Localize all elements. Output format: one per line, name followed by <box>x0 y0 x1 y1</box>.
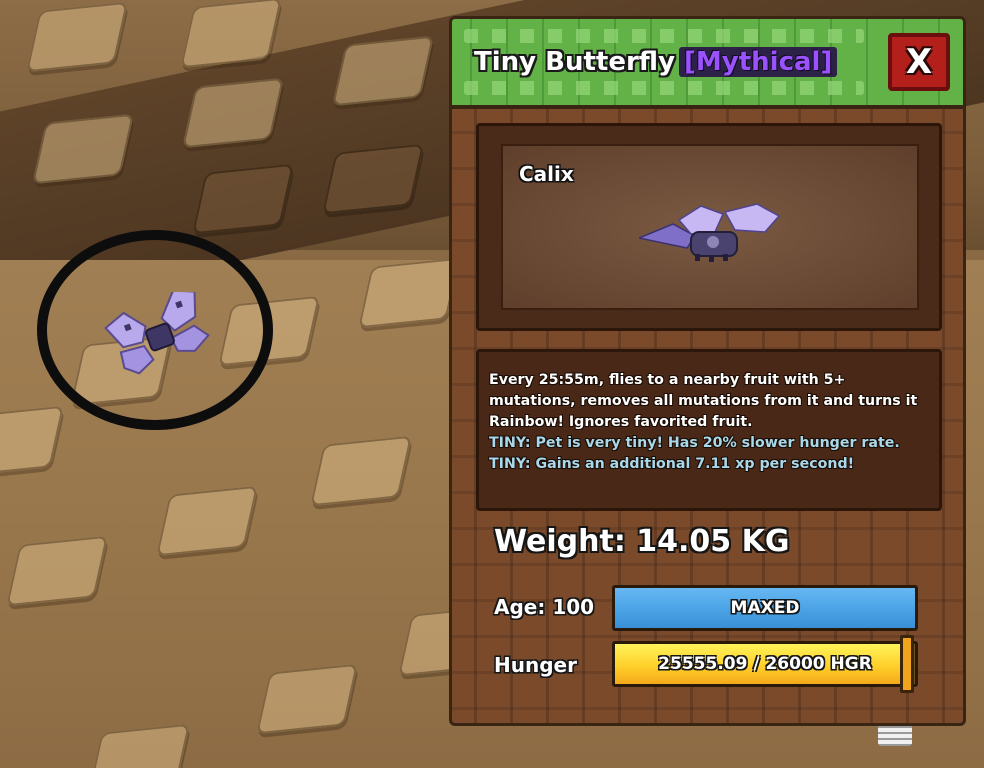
pet-preview: Calix <box>501 144 919 310</box>
rarity-badge: [Mythical] <box>679 47 838 77</box>
header-studs <box>464 81 864 95</box>
panel-header: Tiny Butterfly [Mythical] X <box>452 19 963 109</box>
description-line: Every 25:55m, flies to a nearby fruit wi… <box>489 372 846 388</box>
pet-species-label: Tiny Butterfly <box>474 47 676 77</box>
header-studs <box>464 29 864 43</box>
description-line: Rainbow! Ignores favorited fruit. <box>489 414 753 430</box>
hunger-label: Hunger <box>494 653 577 677</box>
pet-info-panel: Tiny Butterfly [Mythical] X Calix Every 2… <box>449 16 966 726</box>
pet-name: Calix <box>519 162 574 186</box>
age-label: Age: 100 <box>494 595 595 619</box>
pet-preview-frame: Calix <box>476 123 942 331</box>
close-button[interactable]: X <box>888 33 950 91</box>
hunger-bar: 25555.09 / 26000 HGR <box>612 641 918 687</box>
age-bar: MAXED <box>612 585 918 631</box>
ability-description: Every 25:55m, flies to a nearby fruit wi… <box>476 349 942 511</box>
pet-title: Tiny Butterfly [Mythical] <box>474 47 838 77</box>
tiny-trait-line: TINY: Pet is very tiny! Has 20% slower h… <box>489 435 900 451</box>
tiny-trait-line: TINY: Gains an additional 7.11 xp per se… <box>489 456 855 472</box>
hunger-bar-handle <box>900 635 914 693</box>
butterfly-pet-icon <box>639 203 781 262</box>
description-line: mutations, removes all mutations from it… <box>489 393 918 409</box>
age-bar-text: MAXED <box>730 598 800 618</box>
butterfly-pet-icon[interactable] <box>104 292 216 382</box>
weight-label: Weight: 14.05 KG <box>494 524 790 559</box>
hunger-bar-text: 25555.09 / 26000 HGR <box>658 654 872 674</box>
